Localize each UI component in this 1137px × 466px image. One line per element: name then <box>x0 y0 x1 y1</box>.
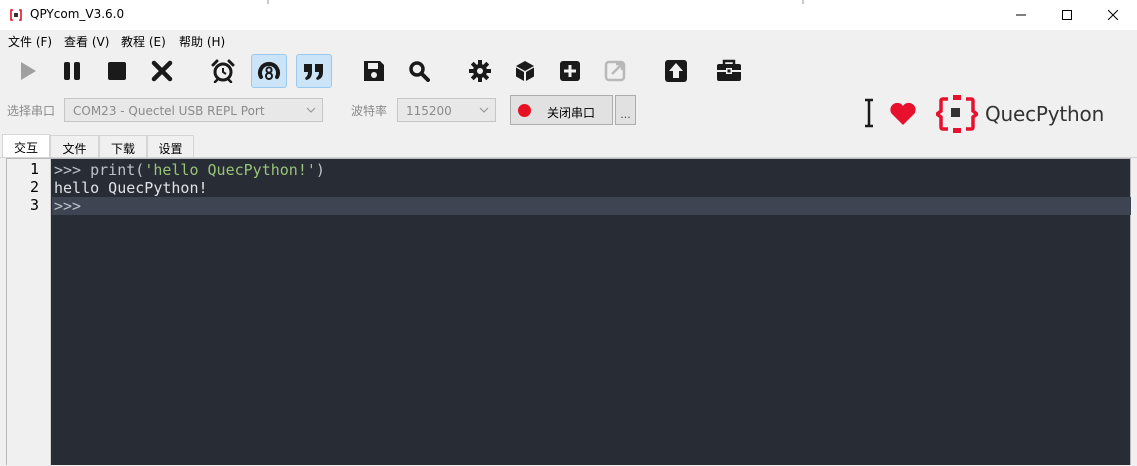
menu-bar: 文件 (F) 查看 (V) 教程 (E) 帮助 (H) <box>0 30 1137 50</box>
title-bar[interactable]: QPYcom_V3.6.0 <box>0 0 1137 30</box>
run-button[interactable] <box>10 54 46 88</box>
alarm-clock-icon <box>211 59 235 83</box>
toolbox-icon <box>717 59 741 81</box>
title-divider <box>802 0 804 4</box>
package-button[interactable] <box>507 54 543 88</box>
line-number: 3 <box>29 196 39 214</box>
app-icon <box>10 9 22 21</box>
repl-toggle-button[interactable] <box>251 54 287 88</box>
repl-prompt: >>> <box>54 197 82 215</box>
close-x-icon <box>151 60 173 82</box>
toolbar <box>0 50 1137 92</box>
chevron-down-icon <box>479 107 489 113</box>
tab-interactive[interactable]: 交互 <box>2 134 50 158</box>
minimize-icon <box>1016 14 1026 16</box>
close-port-label: 关闭串口 <box>547 106 596 120</box>
menu-file[interactable]: 文件 (F) <box>8 33 52 50</box>
pause-icon <box>64 62 80 80</box>
text-cursor-icon <box>865 98 873 128</box>
stop-button[interactable] <box>99 54 135 88</box>
play-icon <box>21 62 36 80</box>
toolbox-button[interactable] <box>711 54 747 88</box>
gear-icon <box>469 60 491 82</box>
timer-button[interactable] <box>205 54 241 88</box>
external-link-icon <box>604 60 626 82</box>
line-number: 1 <box>29 160 39 178</box>
maximize-icon <box>1062 10 1072 20</box>
chevron-down-icon <box>306 107 316 113</box>
baud-rate-value: 115200 <box>406 104 452 118</box>
line-number-gutter: 1 2 3 <box>7 159 51 466</box>
quote-toggle-button[interactable] <box>296 54 332 88</box>
status-dot-icon <box>518 104 531 117</box>
save-disk-icon <box>364 61 384 81</box>
menu-view[interactable]: 查看 (V) <box>64 33 109 50</box>
quote-icon <box>304 64 323 80</box>
baud-rate-select[interactable]: 115200 <box>397 98 496 122</box>
port-select[interactable]: COM23 - Quectel USB REPL Port <box>64 98 323 122</box>
tab-bar: 交互 文件 下载 设置 <box>0 134 1137 158</box>
code-string: 'hello QuecPython!' <box>144 161 316 179</box>
console-line: >>> print('hello QuecPython!') <box>52 161 1131 179</box>
tab-download[interactable]: 下载 <box>99 135 147 158</box>
console-output: hello QuecPython! <box>54 179 208 197</box>
more-options-button[interactable]: ... <box>615 95 636 125</box>
stop-icon <box>108 62 126 80</box>
tab-settings[interactable]: 设置 <box>147 135 194 158</box>
code-call: print( <box>90 161 145 179</box>
baud-rate-label: 波特率 <box>351 104 388 118</box>
close-port-button[interactable]: 关闭串口 <box>510 95 613 125</box>
brand-name: QuecPython <box>985 102 1105 126</box>
close-window-button[interactable] <box>1090 0 1136 30</box>
code-paren: ) <box>315 161 325 179</box>
window-title: QPYcom_V3.6.0 <box>30 7 125 21</box>
minimize-button[interactable] <box>998 0 1044 30</box>
maximize-button[interactable] <box>1044 0 1090 30</box>
line-number: 2 <box>29 178 39 196</box>
close-icon <box>1108 10 1118 20</box>
search-button[interactable] <box>401 54 437 88</box>
console-current-line[interactable]: >>> <box>52 197 1131 215</box>
select-port-label: 选择串口 <box>7 104 56 118</box>
menu-tutorial[interactable]: 教程 (E) <box>121 33 166 50</box>
tab-files[interactable]: 文件 <box>50 135 99 158</box>
open-external-button[interactable] <box>597 54 633 88</box>
save-button[interactable] <box>356 54 392 88</box>
heart-icon[interactable] <box>889 102 917 126</box>
repl-console[interactable]: 1 2 3 >>> print('hello QuecPython!') hel… <box>6 158 1131 466</box>
upload-button[interactable] <box>658 54 694 88</box>
pause-button[interactable] <box>54 54 90 88</box>
quecpython-logo <box>936 95 978 133</box>
plus-box-icon <box>560 61 580 81</box>
clear-button[interactable] <box>144 54 180 88</box>
package-cube-icon <box>516 61 534 81</box>
repl-prompt: >>> <box>54 161 91 179</box>
search-icon <box>409 61 430 82</box>
port-select-value: COM23 - Quectel USB REPL Port <box>73 104 265 118</box>
new-file-button[interactable] <box>552 54 588 88</box>
menu-help[interactable]: 帮助 (H) <box>179 33 225 50</box>
upload-arrow-icon <box>665 60 687 82</box>
console-line: hello QuecPython! <box>52 179 1131 197</box>
title-divider <box>267 0 269 4</box>
ring-8-icon <box>258 61 280 80</box>
settings-button[interactable] <box>462 54 498 88</box>
